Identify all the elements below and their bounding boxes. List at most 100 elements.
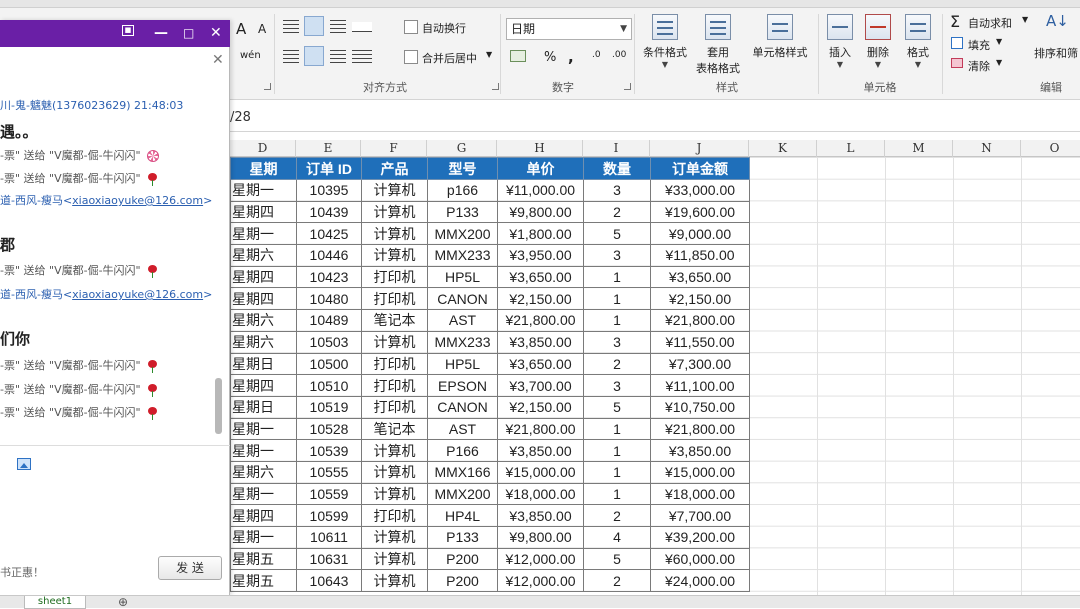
cell-quantity[interactable]: 1 <box>583 460 651 484</box>
add-sheet-icon[interactable]: ⊕ <box>118 596 128 608</box>
alignment-dialog-launcher[interactable] <box>492 83 499 90</box>
close-icon[interactable]: ✕ <box>210 24 222 42</box>
cell-product[interactable]: 计算机 <box>361 222 428 246</box>
restore-icon[interactable]: ▪ <box>122 24 134 36</box>
cell-product[interactable]: 计算机 <box>361 330 428 354</box>
comma-button[interactable]: , <box>568 48 574 66</box>
cell-order-id[interactable]: 10539 <box>296 439 362 462</box>
cell-order-amount[interactable]: ¥10,750.00 <box>650 395 750 419</box>
cell-order-id[interactable]: 10559 <box>296 482 362 506</box>
cell-product[interactable]: 计算机 <box>361 179 428 202</box>
cell-weekday[interactable]: 星期四 <box>230 287 297 311</box>
cell-order-amount[interactable]: ¥33,000.00 <box>650 179 750 202</box>
cell-model[interactable]: HP5L <box>427 352 498 376</box>
cell-weekday[interactable]: 星期六 <box>230 309 297 332</box>
increase-decimal-icon[interactable]: .0 <box>592 50 601 60</box>
currency-icon[interactable] <box>510 50 526 62</box>
cell-order-id[interactable]: 10519 <box>296 395 362 419</box>
cell-order-amount[interactable]: ¥15,000.00 <box>650 460 750 484</box>
merge-dropdown-icon[interactable]: ▼ <box>486 50 492 59</box>
cell-model[interactable]: p166 <box>427 179 498 202</box>
sheet-tab-sheet1[interactable]: sheet1 <box>24 596 86 609</box>
cell-unit-price[interactable]: ¥2,150.00 <box>497 287 584 311</box>
chat-scrollbar[interactable] <box>215 378 222 434</box>
cell-order-amount[interactable]: ¥3,650.00 <box>650 265 750 289</box>
cell-unit-price[interactable]: ¥3,700.00 <box>497 374 584 397</box>
cell-order-id[interactable]: 10446 <box>296 244 362 267</box>
header-quantity[interactable]: 数量 <box>583 157 651 180</box>
column-header-k[interactable]: K <box>749 140 817 157</box>
cell-quantity[interactable]: 5 <box>583 547 651 571</box>
cell-order-id[interactable]: 10503 <box>296 330 362 354</box>
cell-order-amount[interactable]: ¥11,550.00 <box>650 330 750 354</box>
cell-order-amount[interactable]: ¥18,000.00 <box>650 482 750 506</box>
cell-quantity[interactable]: 5 <box>583 222 651 246</box>
cell-weekday[interactable]: 星期一 <box>230 222 297 246</box>
column-header-h[interactable]: H <box>497 140 583 157</box>
cell-model[interactable]: P200 <box>427 569 498 593</box>
cell-weekday[interactable]: 星期日 <box>230 395 297 419</box>
cell-order-id[interactable]: 10480 <box>296 287 362 311</box>
cell-unit-price[interactable]: ¥3,650.00 <box>497 352 584 376</box>
clear-button[interactable]: 清除 <box>968 58 990 74</box>
autosum-button[interactable]: 自动求和 <box>968 15 1012 31</box>
cell-model[interactable]: MMX233 <box>427 330 498 354</box>
cell-order-amount[interactable]: ¥21,800.00 <box>650 417 750 441</box>
phonetic-button[interactable]: wén <box>240 50 261 61</box>
cell-quantity[interactable]: 1 <box>583 309 651 332</box>
cell-product[interactable]: 计算机 <box>361 526 428 549</box>
indent-icon[interactable] <box>352 50 372 64</box>
cell-model[interactable]: P133 <box>427 200 498 224</box>
cell-quantity[interactable]: 2 <box>583 504 651 527</box>
cell-product[interactable]: 计算机 <box>361 439 428 462</box>
autosum-dropdown-icon[interactable]: ▼ <box>1022 15 1028 24</box>
column-header-n[interactable]: N <box>953 140 1021 157</box>
cell-order-amount[interactable]: ¥11,100.00 <box>650 374 750 397</box>
cell-order-amount[interactable]: ¥3,850.00 <box>650 439 750 462</box>
delete-cells-button[interactable]: 删除 ▼ <box>860 14 896 69</box>
cell-quantity[interactable]: 2 <box>583 200 651 224</box>
column-header-j[interactable]: J <box>650 140 749 157</box>
header-order-id[interactable]: 订单 ID <box>296 157 362 180</box>
cell-weekday[interactable]: 星期四 <box>230 374 297 397</box>
cell-unit-price[interactable]: ¥12,000.00 <box>497 569 584 593</box>
cell-weekday[interactable]: 星期一 <box>230 526 297 549</box>
cell-product[interactable]: 打印机 <box>361 395 428 419</box>
cell-quantity[interactable]: 1 <box>583 287 651 311</box>
cell-product[interactable]: 计算机 <box>361 244 428 267</box>
cell-quantity[interactable]: 1 <box>583 417 651 441</box>
cell-order-id[interactable]: 10500 <box>296 352 362 376</box>
cell-order-id[interactable]: 10489 <box>296 309 362 332</box>
cell-model[interactable]: HP5L <box>427 265 498 289</box>
cell-product[interactable]: 打印机 <box>361 287 428 311</box>
cell-model[interactable]: CANON <box>427 395 498 419</box>
cell-order-id[interactable]: 10643 <box>296 569 362 593</box>
chevron-down-icon[interactable]: ▼ <box>996 37 1002 46</box>
send-button[interactable]: 发 送 <box>158 556 222 580</box>
cell-product[interactable]: 计算机 <box>361 200 428 224</box>
column-header-o[interactable]: O <box>1021 140 1080 157</box>
cell-order-amount[interactable]: ¥9,000.00 <box>650 222 750 246</box>
cell-model[interactable]: MMX233 <box>427 244 498 267</box>
cell-unit-price[interactable]: ¥12,000.00 <box>497 547 584 571</box>
cell-product[interactable]: 计算机 <box>361 569 428 593</box>
cell-weekday[interactable]: 星期日 <box>230 352 297 376</box>
cell-weekday[interactable]: 星期一 <box>230 439 297 462</box>
orientation-icon[interactable] <box>352 22 372 32</box>
cell-model[interactable]: MMX200 <box>427 482 498 506</box>
column-header-d[interactable]: D <box>230 140 296 157</box>
merge-center-button[interactable]: 合并后居中 <box>422 50 477 66</box>
conditional-format-button[interactable]: 条件格式 ▼ <box>640 14 690 69</box>
cell-unit-price[interactable]: ¥3,950.00 <box>497 244 584 267</box>
cell-quantity[interactable]: 5 <box>583 395 651 419</box>
cell-order-amount[interactable]: ¥2,150.00 <box>650 287 750 311</box>
cell-order-id[interactable]: 10425 <box>296 222 362 246</box>
header-weekday[interactable]: 星期 <box>230 157 297 180</box>
column-header-f[interactable]: F <box>361 140 427 157</box>
cell-unit-price[interactable]: ¥3,850.00 <box>497 439 584 462</box>
cell-model[interactable]: P200 <box>427 547 498 571</box>
format-cells-button[interactable]: 格式 ▼ <box>898 14 938 69</box>
image-icon[interactable] <box>17 458 31 470</box>
cell-order-amount[interactable]: ¥24,000.00 <box>650 569 750 593</box>
cell-model[interactable]: P133 <box>427 526 498 549</box>
